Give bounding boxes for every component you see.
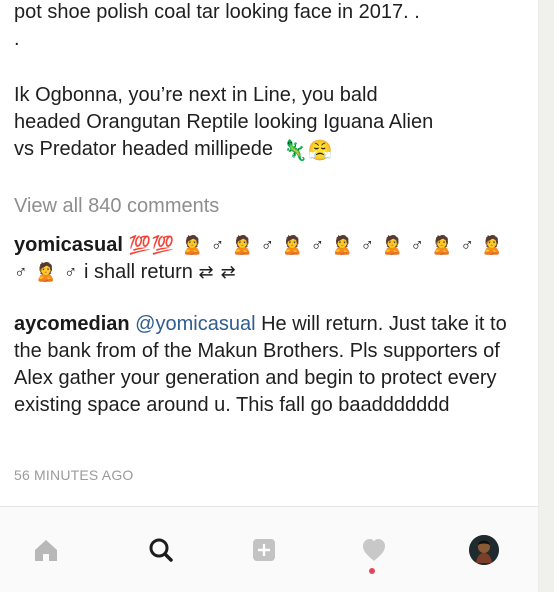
add-post-icon: [253, 539, 275, 561]
post-timestamp: 56 MINUTES AGO: [14, 467, 134, 483]
comment-yomicasual: yomicasual 💯💯 🙎 ♂ 🙎 ♂ 🙎 ♂ 🙎 ♂ 🙎 ♂ 🙎 ♂ 🙎 …: [14, 232, 524, 286]
caption-line-1: pot shoe polish coal tar looking face in…: [14, 1, 420, 23]
comment-mention[interactable]: @yomicasual: [135, 313, 255, 335]
activity-tab[interactable]: [355, 531, 393, 569]
new-post-tab[interactable]: [245, 531, 283, 569]
profile-avatar-icon: [469, 535, 499, 565]
comment-text: i shall return: [83, 261, 193, 283]
home-tab[interactable]: [27, 531, 65, 569]
caption-line-2: .: [14, 28, 20, 50]
bottom-navigation: [0, 506, 538, 592]
heart-icon: [363, 539, 385, 561]
profile-avatar-icon: [469, 535, 499, 565]
post-caption: pot shoe polish coal tar looking face in…: [14, 0, 522, 165]
comment-trailing-emojis: ⇄ ⇄: [198, 262, 237, 282]
caption-emojis: 🦎😤: [282, 140, 333, 162]
home-icon: [35, 540, 57, 561]
side-margin: [538, 0, 554, 592]
caption-line-5: headed Orangutan Reptile looking Iguana …: [14, 111, 434, 133]
search-icon: [149, 538, 173, 562]
comment-username[interactable]: yomicasual: [14, 234, 123, 256]
activity-notification-dot: [369, 568, 375, 574]
caption-line-4: Ik Ogbonna, you’re next in Line, you bal…: [14, 84, 378, 106]
search-tab[interactable]: [142, 531, 180, 569]
instagram-comments-screen: pot shoe polish coal tar looking face in…: [0, 0, 554, 592]
caption-spacing: [14, 53, 522, 82]
caption-line-6-text: vs Predator headed millipede: [14, 138, 274, 160]
comment-username[interactable]: aycomedian: [14, 313, 130, 335]
profile-tab[interactable]: [465, 531, 503, 569]
post-comments-card: pot shoe polish coal tar looking face in…: [0, 0, 539, 506]
view-all-comments-link[interactable]: View all 840 comments: [14, 195, 219, 218]
comment-aycomedian: aycomedian @yomicasual He will return. J…: [14, 311, 524, 419]
caption-line-6: vs Predator headed millipede 🦎😤: [14, 136, 522, 165]
